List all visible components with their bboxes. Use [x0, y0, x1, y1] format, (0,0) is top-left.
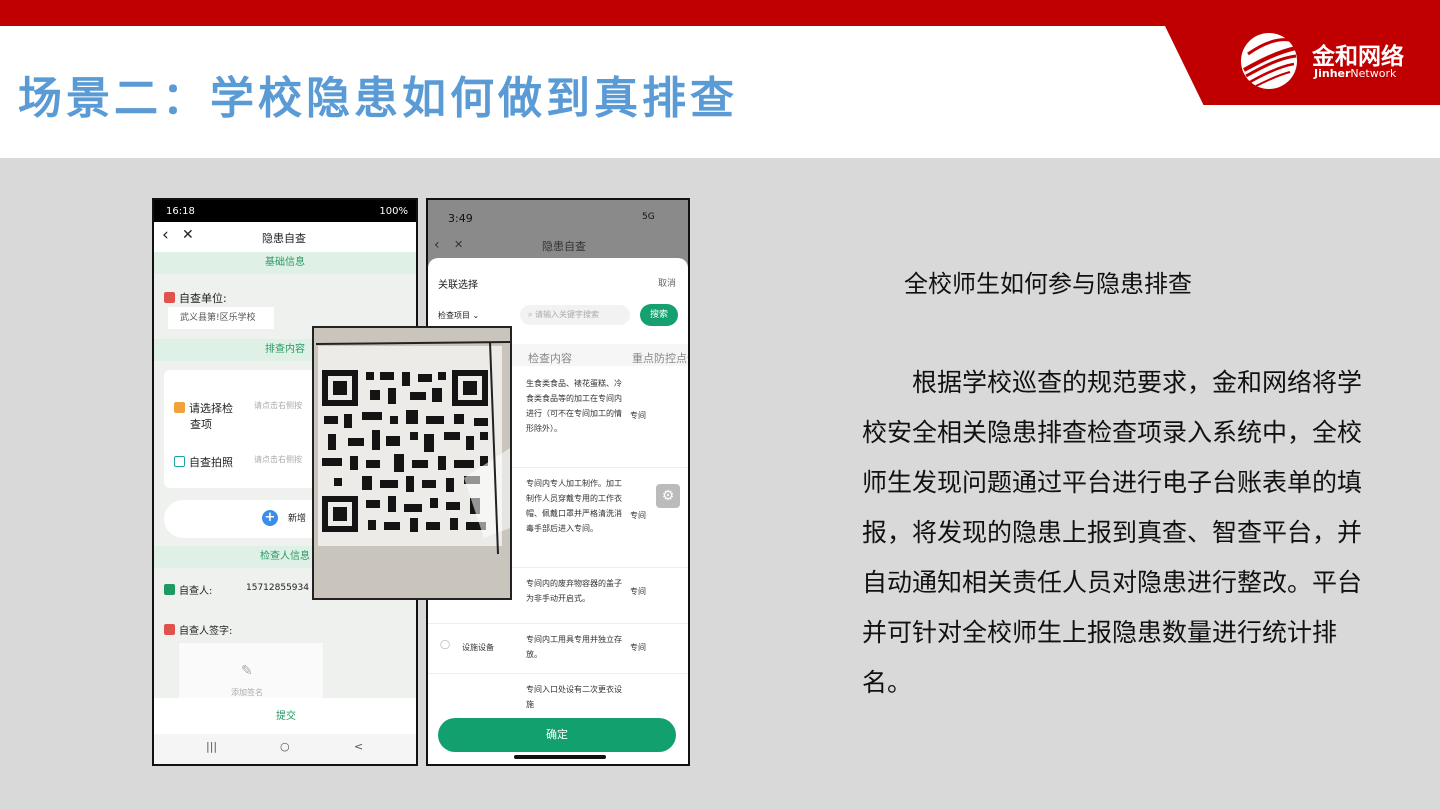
recent-apps-icon[interactable]: |||	[206, 740, 217, 753]
close-icon[interactable]: ✕	[182, 227, 194, 243]
system-back-icon[interactable]: <	[354, 740, 363, 753]
logo-text-en: JinherNetwork	[1314, 67, 1397, 80]
close-icon[interactable]: ✕	[454, 238, 463, 251]
search-icon: ⌕	[528, 310, 536, 319]
home-indicator	[514, 755, 606, 759]
sheet-title: 关联选择	[438, 280, 478, 291]
back-icon[interactable]: ‹	[162, 225, 169, 245]
logo-globe-icon	[1241, 33, 1297, 89]
list-icon	[174, 402, 185, 413]
search-input[interactable]: ⌕ 请输入关键字搜索	[520, 305, 630, 325]
logo-text-cn: 金和网络	[1312, 44, 1404, 70]
nav-bar: ‹ ✕ 隐患自查	[154, 222, 416, 252]
inspector-label: 自查人:	[164, 582, 212, 597]
home-icon[interactable]: ○	[280, 740, 290, 753]
unit-label: 自查单位:	[164, 290, 227, 306]
filter-dropdown[interactable]: 检查项目 ⌄	[438, 310, 479, 321]
content-heading: 全校师生如何参与隐患排查	[904, 270, 1192, 298]
checkbox-icon[interactable]: ◯	[440, 640, 450, 650]
nav-title: 隐患自查	[542, 240, 586, 253]
search-button[interactable]: 搜索	[640, 304, 678, 326]
cancel-button[interactable]: 取消	[658, 276, 676, 289]
section-basic-info: 基础信息	[154, 252, 416, 274]
plus-icon: +	[262, 510, 278, 526]
pen-icon	[164, 624, 175, 635]
top-red-bar	[0, 0, 1440, 26]
qr-code-image	[314, 328, 510, 598]
settings-icon[interactable]: ⚙	[656, 484, 680, 508]
unit-field[interactable]: 武义县第!区乐学校	[168, 307, 274, 329]
signature-pad[interactable]: ✎ 添加签名	[178, 642, 324, 706]
nav-title: 隐患自查	[262, 232, 306, 245]
qr-code-photo	[312, 326, 512, 600]
inspector-value: 15712855934	[246, 583, 309, 593]
camera-icon	[174, 456, 185, 467]
select-item-label: 请选择检	[174, 400, 233, 416]
submit-bar: 提交	[154, 698, 416, 734]
nav-bar: ‹ ✕ 隐患自查	[428, 232, 688, 258]
signature-icon: ✎	[241, 663, 253, 679]
status-bar: 16:18 100%	[154, 200, 416, 222]
photo-input[interactable]: 请点击右侧按	[254, 454, 302, 465]
building-icon	[164, 292, 175, 303]
system-nav-bar: ||| ○ <	[154, 734, 416, 764]
table-row[interactable]: 专间入口处设有二次更衣设施	[428, 674, 688, 708]
photo-label: 自查拍照	[174, 454, 233, 470]
back-icon[interactable]: ‹	[434, 237, 440, 253]
signature-label: 自查人签字:	[164, 622, 232, 637]
chevron-down-icon: ⌄	[472, 311, 480, 320]
select-item-label-2: 查项	[190, 418, 212, 431]
confirm-button[interactable]: 确定	[438, 718, 676, 752]
content-body: 根据学校巡查的规范要求，金和网络将学校安全相关隐患排查检查项录入系统中，全校师生…	[862, 368, 1363, 697]
submit-button[interactable]: 提交	[276, 707, 296, 722]
status-bar: 3:49 5G	[448, 212, 655, 225]
table-row[interactable]: ◯ 设施设备 专间内工用具专用并独立存放。 专间	[428, 624, 688, 674]
person-icon	[164, 584, 175, 595]
select-item-input[interactable]: 请点击右侧按	[254, 400, 302, 411]
slide-title: 场景二：学校隐患如何做到真排查	[18, 73, 738, 124]
